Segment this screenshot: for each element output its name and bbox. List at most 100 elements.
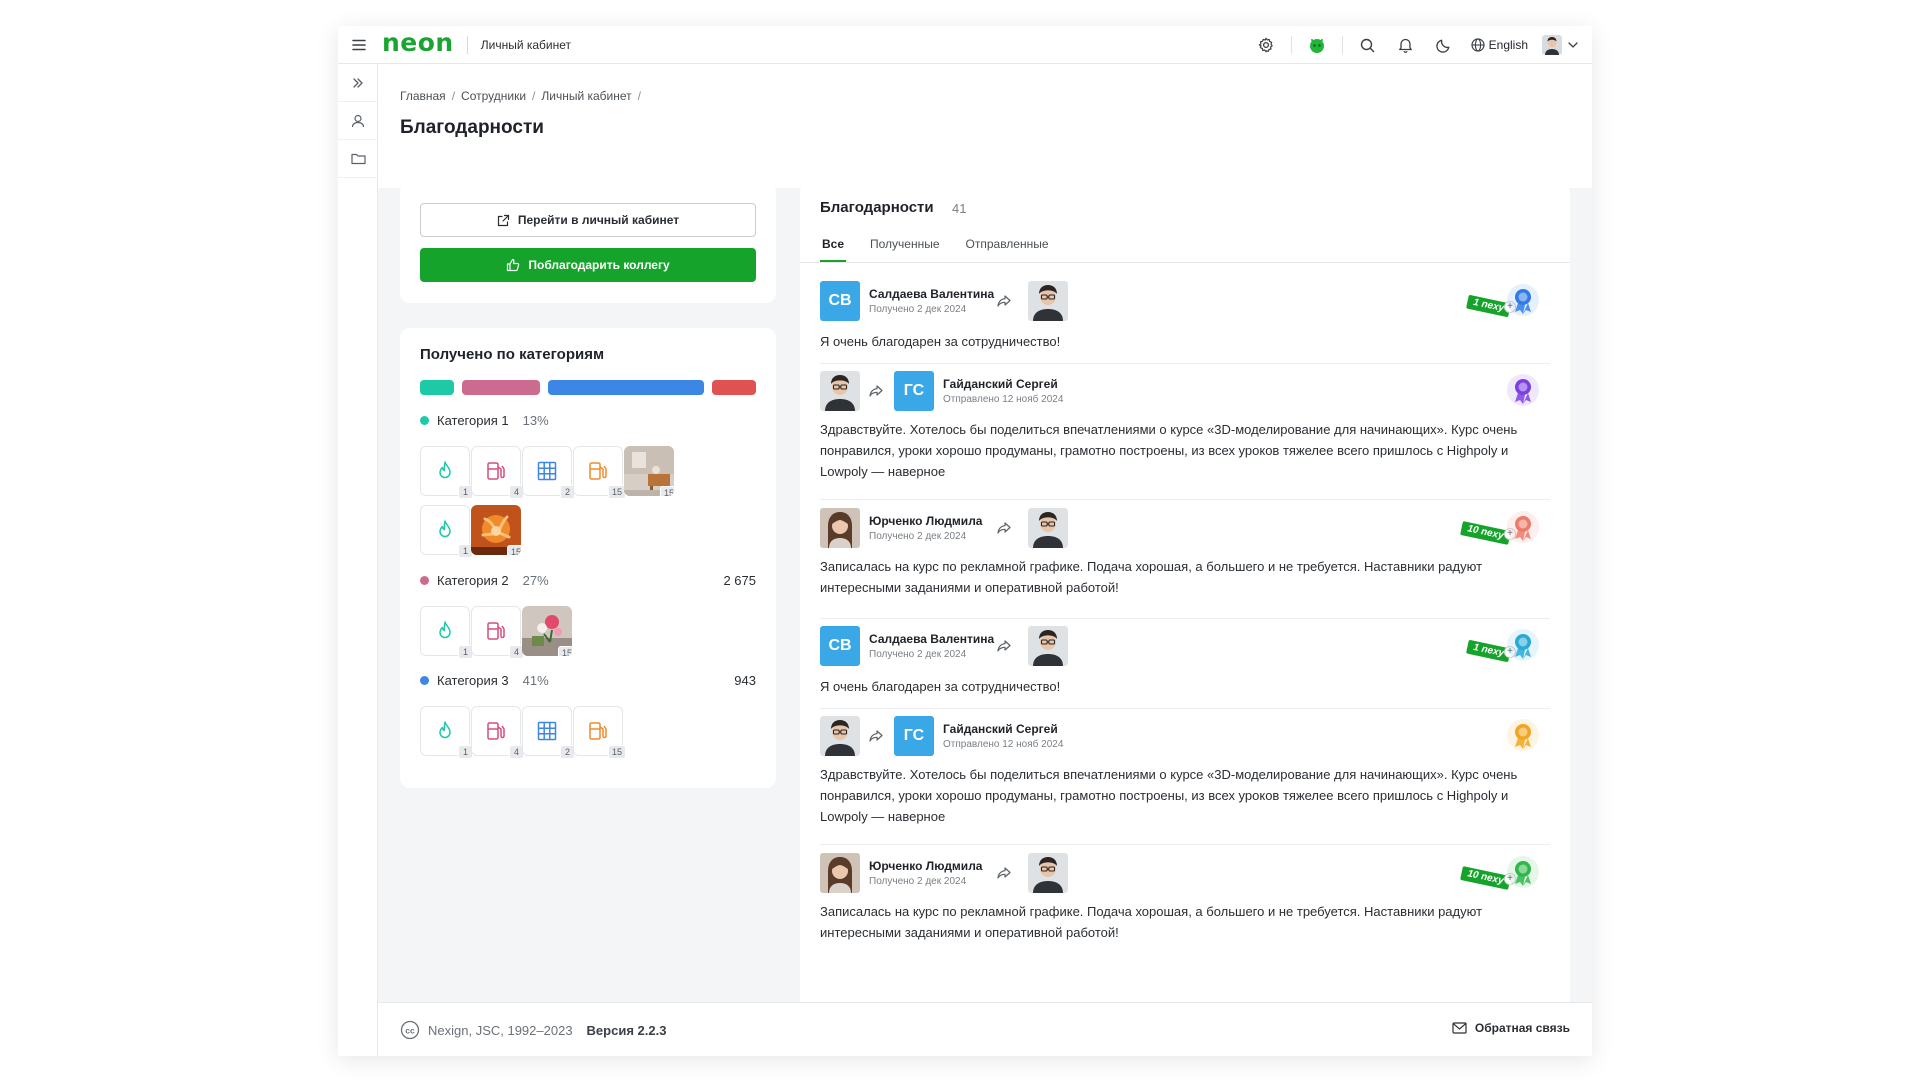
- category-row-1[interactable]: Категория 1 13%: [420, 410, 756, 430]
- thank-item[interactable]: Юрченко Людмила Получено 2 дек 2024 Записа…: [820, 853, 1550, 963]
- sender-name[interactable]: Юрченко Людмила: [869, 859, 982, 873]
- app-logo[interactable]: neon: [382, 30, 454, 55]
- recipient-name[interactable]: Гайданский Сергей: [943, 377, 1058, 391]
- sender-avatar[interactable]: [820, 371, 860, 411]
- categories-title: Получено по категориям: [420, 346, 605, 363]
- thank-item[interactable]: ГС Гайданский Сергей Отправлено 12 нояб 20…: [820, 716, 1550, 844]
- recipient-avatar[interactable]: [1028, 853, 1068, 893]
- breadcrumb-separator: /: [637, 89, 641, 103]
- thank-item[interactable]: СВ Салдаева Валентина Получено 2 дек 2024 Я…: [820, 281, 1550, 363]
- rail-item-employees[interactable]: [338, 102, 378, 140]
- footer-info: cc Nexign, JSC, 1992–2023 Версия 2.2.3: [400, 1020, 666, 1040]
- category-percent: 27%: [522, 572, 549, 588]
- feedback-label: Обратная связь: [1474, 1021, 1570, 1035]
- award-tile-photo[interactable]: 15: [471, 505, 521, 555]
- award-tile[interactable]: 15: [573, 446, 626, 499]
- go-to-profile-label: Перейти в личный кабинет: [517, 213, 680, 227]
- tab-all[interactable]: Все: [820, 236, 847, 262]
- breadcrumb-employees[interactable]: Сотрудники: [461, 89, 526, 103]
- sender-avatar[interactable]: [820, 508, 860, 548]
- category-bar-4[interactable]: [712, 380, 756, 395]
- breadcrumb-profile[interactable]: Личный кабинет: [541, 89, 631, 103]
- award-tile-photo[interactable]: 15: [522, 606, 572, 656]
- recipient-avatar[interactable]: ГС: [894, 371, 934, 411]
- recipient-avatar[interactable]: ГС: [894, 716, 934, 756]
- category-bar-1[interactable]: [420, 380, 454, 395]
- expand-sidebar-button[interactable]: [338, 64, 378, 102]
- profile-menu[interactable]: [1542, 35, 1592, 55]
- category-row-3[interactable]: Категория 3 41% 943: [420, 670, 756, 690]
- recipient-avatar[interactable]: [1028, 281, 1068, 321]
- footer: cc Nexign, JSC, 1992–2023 Версия 2.2.3 О…: [378, 1002, 1592, 1056]
- footer-copyright: Nexign, JSC, 1992–2023: [428, 1022, 573, 1038]
- sender-name[interactable]: Салдаева Валентина: [869, 287, 994, 301]
- sender-avatar[interactable]: [820, 853, 860, 893]
- sender-name[interactable]: Салдаева Валентина: [869, 632, 994, 646]
- thank-message: Я очень благодарен за сотрудничество!: [820, 334, 1061, 349]
- award-tile[interactable]: 2: [522, 706, 575, 759]
- recipient-avatar[interactable]: [1028, 626, 1068, 666]
- sender-name[interactable]: Юрченко Людмила: [869, 514, 982, 528]
- fuel-icon: [487, 462, 505, 480]
- award-tile[interactable]: 1: [420, 706, 473, 759]
- award-tile-photo[interactable]: 15: [624, 446, 674, 496]
- share-icon: [868, 728, 884, 744]
- rail-item-documents[interactable]: [338, 140, 378, 178]
- category-percent: 13%: [522, 412, 549, 428]
- flame-icon: [439, 461, 451, 479]
- award-badge[interactable]: [1450, 716, 1540, 756]
- award-badge[interactable]: 10 nexy +: [1450, 853, 1540, 893]
- thank-message: Здравствуйте. Хотелось бы поделиться впе…: [820, 767, 1518, 824]
- grid-icon: [537, 461, 557, 481]
- award-badge[interactable]: [1450, 371, 1540, 411]
- menu-icon[interactable]: [338, 26, 380, 64]
- award-tile[interactable]: 4: [471, 606, 524, 659]
- thank-colleague-button[interactable]: Поблагодарить коллегу: [420, 248, 756, 282]
- medal-icon: [1506, 510, 1540, 544]
- award-badge[interactable]: 1 nexy +: [1450, 626, 1540, 666]
- gear-icon[interactable]: [1247, 26, 1285, 64]
- thank-item[interactable]: Юрченко Людмила Получено 2 дек 2024 Записа…: [820, 508, 1550, 618]
- share-icon: [996, 293, 1012, 309]
- item-divider: [820, 708, 1550, 709]
- page-header: Главная / Сотрудники / Личный кабинет / Бла…: [378, 64, 1592, 188]
- category-bar-2[interactable]: [462, 380, 540, 395]
- sender-avatar[interactable]: СВ: [820, 281, 860, 321]
- award-tile[interactable]: 2: [522, 446, 575, 499]
- thank-item[interactable]: ГС Гайданский Сергей Отправлено 12 нояб 20…: [820, 371, 1550, 499]
- recipient-name[interactable]: Гайданский Сергей: [943, 722, 1058, 736]
- award-tile[interactable]: 15: [573, 706, 626, 759]
- breadcrumb-home[interactable]: Главная: [400, 89, 446, 103]
- award-tile[interactable]: 4: [471, 706, 524, 759]
- category-row-2[interactable]: Категория 2 27% 2 675: [420, 570, 756, 590]
- award-tile[interactable]: 1: [420, 505, 473, 558]
- folder-icon: [350, 153, 366, 165]
- award-tile[interactable]: 1: [420, 606, 473, 659]
- app-icon[interactable]: [1298, 26, 1336, 64]
- award-badge[interactable]: 10 nexy +: [1450, 508, 1540, 548]
- grid-icon: [537, 721, 557, 741]
- category-bar-3[interactable]: [548, 380, 704, 395]
- bell-icon[interactable]: [1387, 26, 1425, 64]
- thank-item[interactable]: СВ Салдаева Валентина Получено 2 дек 2024 Я…: [820, 626, 1550, 708]
- award-tile[interactable]: 1: [420, 446, 473, 499]
- sender-avatar[interactable]: [820, 716, 860, 756]
- tab-sent[interactable]: Отправленные: [964, 236, 1051, 262]
- category-total: 2 675: [723, 572, 756, 588]
- actions-card: Перейти в личный кабинет Поблагодарить к…: [400, 183, 776, 303]
- search-icon[interactable]: [1349, 26, 1387, 64]
- award-tile[interactable]: 4: [471, 446, 524, 499]
- award-count: 15: [607, 745, 626, 759]
- feedback-link[interactable]: Обратная связь: [1452, 1021, 1570, 1035]
- recipient-avatar[interactable]: [1028, 508, 1068, 548]
- award-badge[interactable]: 1 nexy +: [1450, 281, 1540, 321]
- sender-avatar[interactable]: СВ: [820, 626, 860, 666]
- user-icon: [351, 114, 365, 127]
- moon-icon[interactable]: [1425, 26, 1463, 64]
- share-icon: [996, 865, 1012, 881]
- medal-icon: [1506, 373, 1540, 407]
- go-to-profile-button[interactable]: Перейти в личный кабинет: [420, 203, 756, 237]
- language-switcher[interactable]: English: [1463, 38, 1542, 52]
- item-divider: [820, 363, 1550, 364]
- tab-received[interactable]: Полученные: [868, 236, 942, 262]
